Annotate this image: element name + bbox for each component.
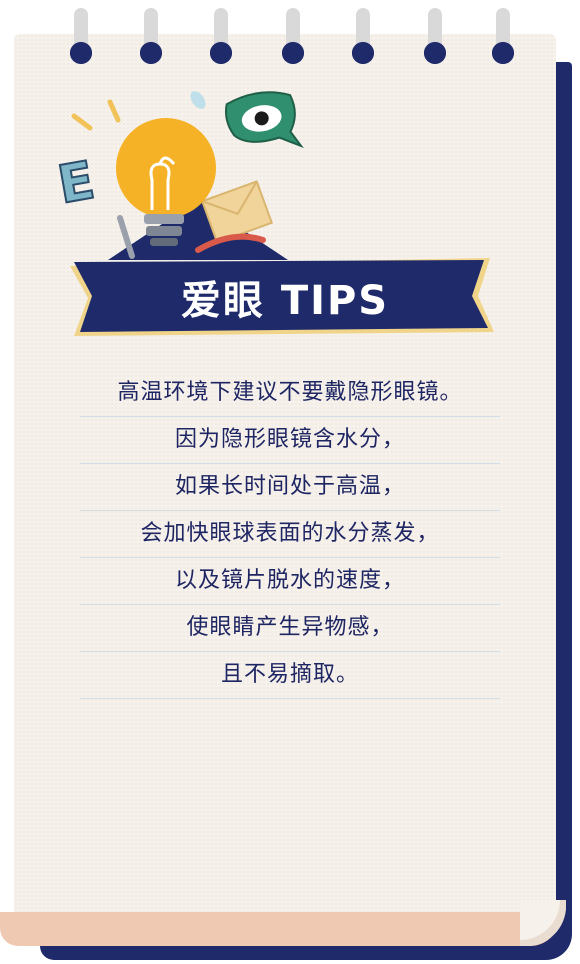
tip-line: 以及镜片脱水的速度，: [80, 558, 500, 605]
binder-ring: [352, 8, 374, 64]
binder-ring: [70, 8, 92, 64]
tip-line: 如果长时间处于高温，: [80, 464, 500, 511]
tip-line: 会加快眼球表面的水分蒸发，: [80, 511, 500, 558]
sparkle-icon: [71, 113, 93, 131]
bulb-base: [144, 214, 184, 224]
tip-line: 高温环境下建议不要戴隐形眼镜。: [80, 370, 500, 417]
tip-line: 因为隐形眼镜含水分，: [80, 417, 500, 464]
binder-ring: [282, 8, 304, 64]
tip-line: 使眼睛产生异物感，: [80, 605, 500, 652]
tip-line: 且不易摘取。: [80, 652, 500, 699]
lightbulb-illustration: E: [53, 91, 304, 260]
bulb-base: [146, 226, 182, 236]
title-banner: 爱眼 TIPS: [70, 258, 500, 336]
binder-ring: [140, 8, 162, 64]
water-drop-icon: [190, 91, 206, 109]
binder-ring: [424, 8, 446, 64]
eye-bubble-icon: [224, 91, 304, 149]
page-curl: [0, 912, 560, 946]
letter-e-icon: E: [54, 151, 99, 216]
bulb-base: [150, 238, 178, 246]
sparkle-icon: [107, 99, 121, 123]
binder-ring: [210, 8, 232, 64]
tips-list: 高温环境下建议不要戴隐形眼镜。 因为隐形眼镜含水分， 如果长时间处于高温， 会加…: [80, 370, 500, 699]
binder-ring: [492, 8, 514, 64]
bulb-glow: [116, 118, 216, 218]
banner-title: 爱眼 TIPS: [180, 278, 390, 324]
